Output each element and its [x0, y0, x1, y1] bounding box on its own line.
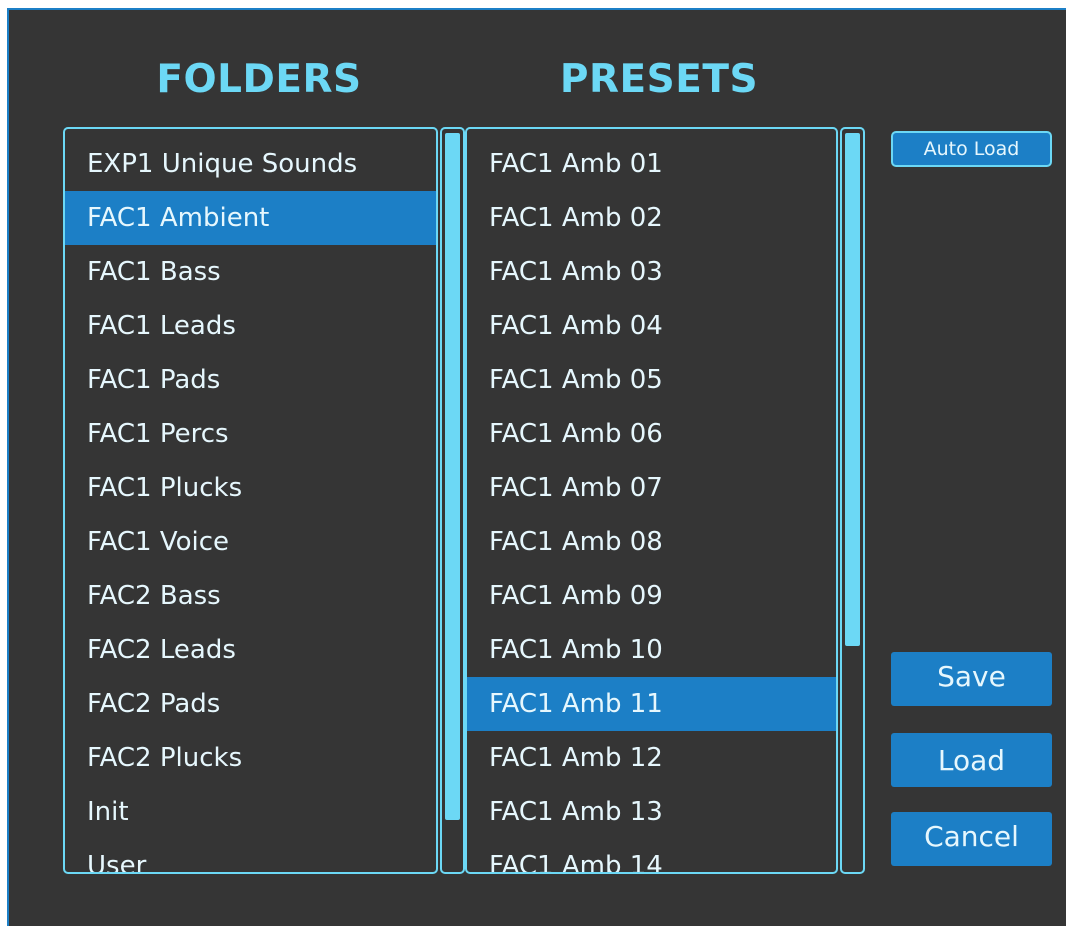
auto-load-button[interactable]: Auto Load — [891, 131, 1052, 167]
folder-list-item[interactable]: FAC1 Percs — [65, 407, 436, 461]
load-button[interactable]: Load — [891, 733, 1052, 787]
folder-list-item[interactable]: FAC2 Bass — [65, 569, 436, 623]
preset-list-item[interactable]: FAC1 Amb 08 — [467, 515, 836, 569]
preset-list-item[interactable]: FAC1 Amb 13 — [467, 785, 836, 839]
preset-list-item[interactable]: FAC1 Amb 12 — [467, 731, 836, 785]
folders-heading: FOLDERS — [156, 57, 362, 102]
presets-scrollbar-thumb[interactable] — [845, 133, 860, 646]
folder-list-item[interactable]: FAC1 Leads — [65, 299, 436, 353]
preset-list-item[interactable]: FAC1 Amb 04 — [467, 299, 836, 353]
presets-list[interactable]: FAC1 Amb 01 FAC1 Amb 02 FAC1 Amb 03 FAC1 Am… — [465, 127, 838, 874]
folder-list-item[interactable]: EXP1 Unique Sounds — [65, 137, 436, 191]
folder-list-item[interactable]: FAC2 Plucks — [65, 731, 436, 785]
preset-browser-window: FOLDERS PRESETS EXP1 Unique Sounds FAC1 A… — [7, 8, 1066, 926]
preset-list-item[interactable]: FAC1 Amb 06 — [467, 407, 836, 461]
preset-list-item[interactable]: FAC1 Amb 05 — [467, 353, 836, 407]
preset-list-item[interactable]: FAC1 Amb 07 — [467, 461, 836, 515]
preset-list-item[interactable]: FAC1 Amb 10 — [467, 623, 836, 677]
folders-list[interactable]: EXP1 Unique Sounds FAC1 Ambient FAC1 Bass F… — [63, 127, 438, 874]
save-button[interactable]: Save — [891, 652, 1052, 706]
folder-list-item[interactable]: FAC1 Voice — [65, 515, 436, 569]
folder-list-item[interactable]: FAC2 Pads — [65, 677, 436, 731]
preset-list-item[interactable]: FAC1 Amb 11 — [467, 677, 836, 731]
preset-list-item[interactable]: FAC1 Amb 09 — [467, 569, 836, 623]
preset-list-item[interactable]: FAC1 Amb 14 — [467, 839, 836, 872]
folder-list-item[interactable]: FAC2 Leads — [65, 623, 436, 677]
cancel-button[interactable]: Cancel — [891, 812, 1052, 866]
preset-list-item[interactable]: FAC1 Amb 03 — [467, 245, 836, 299]
folder-list-item[interactable]: Init — [65, 785, 436, 839]
folder-list-item[interactable]: FAC1 Ambient — [65, 191, 436, 245]
preset-list-item[interactable]: FAC1 Amb 01 — [467, 137, 836, 191]
folder-list-item[interactable]: FAC1 Plucks — [65, 461, 436, 515]
folders-scrollbar-thumb[interactable] — [445, 133, 460, 820]
folder-list-item[interactable]: FAC1 Bass — [65, 245, 436, 299]
preset-list-item[interactable]: FAC1 Amb 02 — [467, 191, 836, 245]
folder-list-item[interactable]: User — [65, 839, 436, 872]
folder-list-item[interactable]: FAC1 Pads — [65, 353, 436, 407]
presets-scrollbar[interactable] — [840, 127, 865, 874]
folders-scrollbar[interactable] — [440, 127, 465, 874]
presets-heading: PRESETS — [559, 57, 759, 102]
